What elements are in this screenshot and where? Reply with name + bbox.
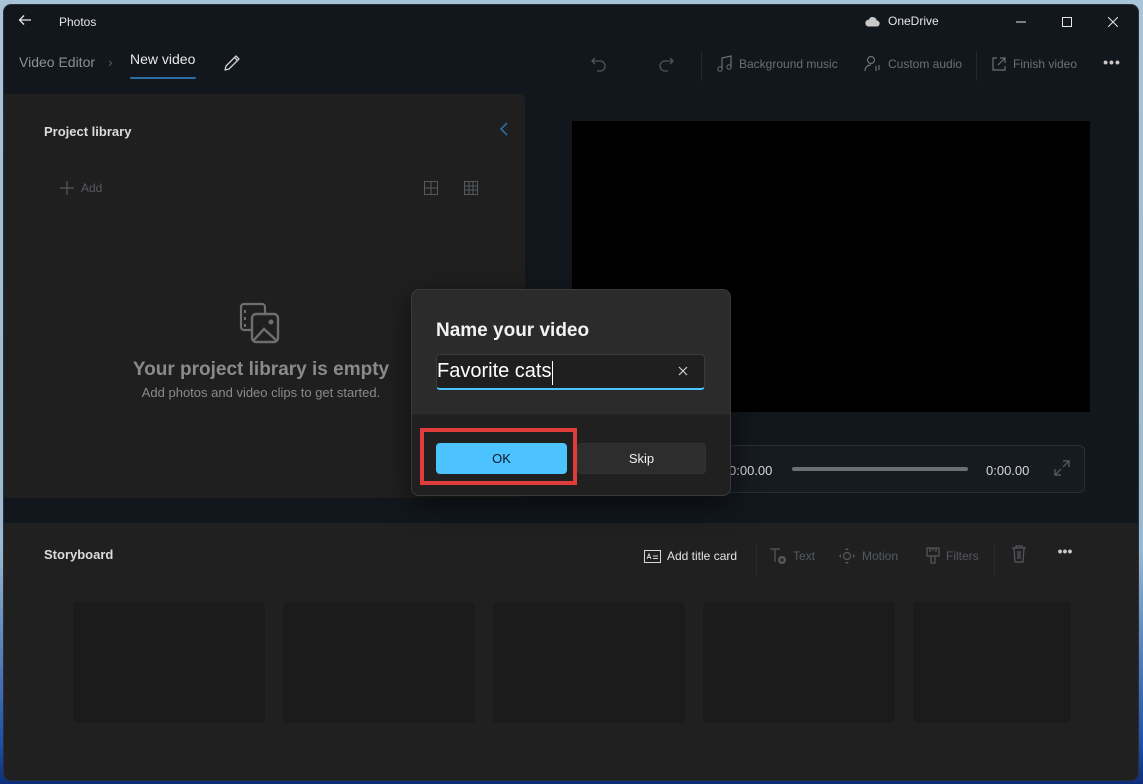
fullscreen-button[interactable]	[1054, 460, 1070, 476]
small-grid-view-button[interactable]	[464, 181, 480, 197]
add-title-card-label: Add title card	[667, 549, 738, 563]
current-time: 0:00.00	[729, 463, 773, 478]
title-card-icon	[644, 549, 661, 563]
trash-icon	[1012, 545, 1026, 563]
chevron-left-icon	[499, 122, 508, 136]
editor-toolbar: Video Editor › New video Background musi…	[4, 39, 1138, 91]
storyboard-slot[interactable]	[913, 602, 1071, 723]
onedrive-label: OneDrive	[888, 14, 939, 28]
delete-button[interactable]	[1011, 545, 1029, 565]
undo-button[interactable]	[587, 53, 611, 77]
maximize-button[interactable]	[1044, 5, 1090, 39]
project-library-title: Project library	[44, 124, 132, 139]
skip-button[interactable]: Skip	[577, 443, 706, 474]
close-button[interactable]	[1090, 5, 1136, 39]
onedrive-button[interactable]: OneDrive	[864, 14, 939, 28]
clear-input-button[interactable]	[678, 366, 692, 380]
storyboard-slot[interactable]	[493, 602, 685, 723]
expand-icon	[1054, 460, 1070, 476]
motion-label: Motion	[862, 549, 899, 563]
finish-video-button[interactable]: Finish video	[991, 53, 1077, 75]
photos-window: Photos OneDrive Video Editor › New video	[3, 4, 1139, 781]
video-name-input[interactable]	[436, 354, 705, 390]
breadcrumb-current: New video	[130, 51, 196, 67]
name-video-dialog: Name your video OK Skip	[411, 289, 731, 496]
dialog-footer: OK Skip	[412, 414, 730, 495]
storyboard-slot[interactable]	[283, 602, 475, 723]
duration-time: 0:00.00	[986, 463, 1030, 478]
media-library-icon	[238, 302, 282, 346]
filters-label: Filters	[946, 549, 979, 563]
music-note-icon	[717, 55, 732, 72]
grid-2x2-icon	[424, 181, 438, 195]
motion-button[interactable]: Motion	[838, 545, 898, 567]
toolbar-divider	[976, 51, 977, 81]
filters-button[interactable]: Filters	[926, 545, 979, 567]
motion-icon	[839, 548, 855, 564]
custom-audio-label: Custom audio	[888, 57, 963, 71]
plus-icon	[60, 181, 74, 195]
brush-icon	[926, 547, 940, 564]
storyboard-toolbar: Add title card Text Motion Filters •••	[4, 543, 1138, 575]
custom-audio-button[interactable]: Custom audio	[864, 53, 962, 75]
storyboard-panel: Storyboard Add title card Text Motion Fi…	[4, 523, 1138, 780]
collapse-library-button[interactable]	[498, 121, 512, 137]
storyboard-more-button[interactable]: •••	[1054, 543, 1076, 563]
toolbar-divider	[701, 51, 702, 81]
back-button[interactable]	[18, 13, 36, 31]
text-label: Text	[793, 549, 816, 563]
text-add-icon	[770, 548, 786, 564]
cloud-icon	[865, 16, 880, 27]
ok-button[interactable]: OK	[436, 443, 567, 474]
breadcrumb-underline	[130, 77, 196, 79]
minimize-button[interactable]	[998, 5, 1044, 39]
pencil-icon	[224, 55, 240, 71]
grid-3x3-icon	[464, 181, 478, 195]
breadcrumb-separator: ›	[108, 54, 113, 70]
large-grid-view-button[interactable]	[424, 181, 440, 197]
storyboard-slot[interactable]	[73, 602, 265, 723]
dialog-title: Name your video	[436, 320, 590, 341]
finish-video-label: Finish video	[1013, 57, 1078, 71]
redo-icon	[659, 57, 674, 72]
add-media-button[interactable]: Add	[60, 181, 102, 195]
storyboard-slot[interactable]	[703, 602, 895, 723]
arrow-left-icon	[18, 15, 31, 25]
person-audio-icon	[864, 55, 880, 72]
close-icon	[678, 366, 688, 376]
add-title-card-button[interactable]: Add title card	[644, 545, 737, 567]
dialog-body: Name your video	[412, 290, 730, 414]
storyboard-divider	[756, 545, 757, 575]
background-music-button[interactable]: Background music	[717, 53, 838, 75]
text-button[interactable]: Text	[769, 545, 815, 567]
undo-icon	[591, 57, 606, 72]
storyboard-divider	[994, 545, 995, 575]
breadcrumb-video-editor[interactable]: Video Editor	[19, 54, 95, 70]
close-icon	[1108, 17, 1118, 27]
rename-button[interactable]	[222, 53, 244, 75]
share-icon	[992, 57, 1006, 71]
maximize-icon	[1062, 17, 1072, 27]
more-options-button[interactable]: •••	[1101, 53, 1123, 75]
redo-button[interactable]	[654, 53, 678, 77]
app-title: Photos	[59, 15, 97, 29]
minimize-icon	[1016, 21, 1026, 23]
add-label: Add	[81, 181, 103, 195]
seek-slider[interactable]	[792, 467, 968, 471]
background-music-label: Background music	[739, 57, 838, 71]
title-bar: Photos OneDrive	[4, 5, 1138, 39]
text-caret	[552, 361, 554, 385]
